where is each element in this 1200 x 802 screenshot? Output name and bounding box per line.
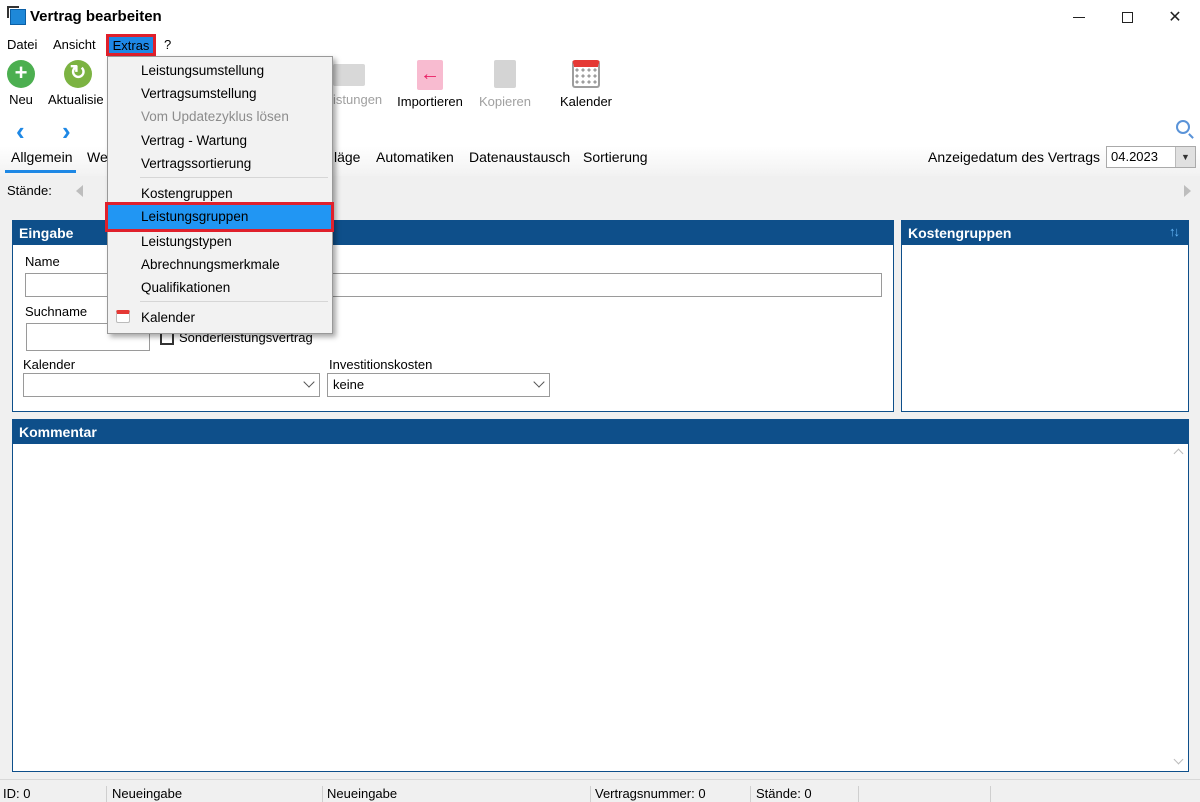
menu-separator [140,301,328,302]
menu-extras[interactable]: Extras [106,34,156,56]
minimize-button[interactable] [1056,4,1102,30]
name-label: Name [25,254,60,269]
investitionskosten-label: Investitionskosten [329,357,433,372]
menu-extras-label: Extras [112,37,150,53]
aktualisieren-label: Aktualisie [48,92,104,107]
menu-vom-updatezyklus-loesen: Vom Updatezyklus lösen [141,109,289,124]
kostengruppen-panel: Kostengruppen ↑↓ [901,220,1189,412]
tab-vorschlaege[interactable]: läge [334,149,360,165]
tab-we[interactable]: We [87,149,108,165]
staende-prev-icon[interactable] [76,185,83,197]
menu-bar: Datei Ansicht Extras ? [0,34,1200,56]
folder-icon [333,64,365,86]
plus-icon: + [7,60,35,88]
search-icon[interactable] [1176,120,1190,134]
menu-help[interactable]: ? [164,37,171,52]
investitionskosten-value: keine [333,377,365,392]
kostengruppen-title: Kostengruppen [908,225,1012,241]
status-separator [590,786,591,802]
status-separator [858,786,859,802]
tab-sortierung[interactable]: Sortierung [583,149,648,165]
sort-icon[interactable]: ↑↓ [1169,224,1180,239]
menu-abrechnungsmerkmale[interactable]: Abrechnungsmerkmale [141,257,280,272]
title-bar: Vertrag bearbeiten ✕ [0,0,1200,34]
leistungen-button[interactable]: istungen [333,56,383,107]
chevron-down-icon [303,376,315,388]
menu-leistungsumstellung[interactable]: Leistungsumstellung [141,63,264,78]
kalender-label: Kalender [559,94,613,109]
importieren-button[interactable]: ← Importieren [393,56,467,109]
status-staende: Stände: 0 [756,786,812,801]
kalender-button[interactable]: Kalender [556,56,616,109]
menu-leistungsgruppen[interactable]: Leistungsgruppen [105,202,334,232]
menu-ansicht[interactable]: Ansicht [53,37,96,52]
importieren-label: Importieren [397,94,463,109]
scroll-up-icon[interactable] [1173,448,1184,459]
menu-qualifikationen[interactable]: Qualifikationen [141,280,230,295]
status-bar: ID: 0 Neueingabe Neueingabe Vertragsnumm… [0,779,1200,802]
import-icon: ← [417,60,443,90]
kopieren-button[interactable]: Kopieren [476,56,534,109]
dropdown-arrow-icon[interactable]: ▼ [1175,147,1195,167]
menu-leistungsgruppen-label: Leistungsgruppen [141,209,249,224]
refresh-icon: ↻ [64,60,92,88]
chevron-down-icon [533,376,545,388]
leistungen-label: istungen [333,92,383,107]
tab-allgemein[interactable]: Allgemein [4,149,78,173]
calendar-icon [572,60,600,88]
status-neueingabe-1: Neueingabe [112,786,183,801]
maximize-button[interactable] [1104,4,1150,30]
menu-vertrag-wartung[interactable]: Vertrag - Wartung [141,133,247,148]
back-arrow-icon[interactable]: ‹ [16,116,25,147]
forward-arrow-icon[interactable]: › [62,116,71,147]
scroll-down-icon[interactable] [1173,754,1184,765]
staende-label: Stände: [7,183,52,198]
calendar-icon [116,310,130,323]
aktualisieren-button[interactable]: ↻ Aktualisie [46,56,110,107]
status-separator [990,786,991,802]
close-button[interactable]: ✕ [1152,4,1198,30]
minimize-icon [1073,16,1085,18]
status-neueingabe-2: Neueingabe [327,786,398,801]
staende-next-icon[interactable] [1184,185,1191,197]
extras-dropdown-menu: Leistungsumstellung Vertragsumstellung V… [105,56,334,334]
copy-icon [494,60,516,88]
menu-vertragssortierung[interactable]: Vertragssortierung [141,156,251,171]
anzeigedatum-label: Anzeigedatum des Vertrags [928,149,1100,165]
kommentar-panel: Kommentar [12,419,1189,772]
kostengruppen-header: Kostengruppen ↑↓ [902,221,1188,245]
investitionskosten-select[interactable]: keine [327,373,550,397]
status-separator [750,786,751,802]
status-id: ID: 0 [3,786,31,801]
menu-leistungstypen[interactable]: Leistungstypen [141,234,232,249]
kommentar-textarea[interactable] [13,444,1188,771]
suchname-label: Suchname [25,304,88,319]
menu-kalender[interactable]: Kalender [141,310,195,325]
app-icon [7,6,26,25]
kopieren-label: Kopieren [478,94,532,109]
anzeigedatum-value: 04.2023 [1111,149,1158,164]
status-separator [106,786,107,802]
window-title: Vertrag bearbeiten [30,8,162,25]
tab-datenaustausch[interactable]: Datenaustausch [469,149,570,165]
kalender-select[interactable] [23,373,320,397]
menu-vertragsumstellung[interactable]: Vertragsumstellung [141,86,257,101]
status-vertragsnummer: Vertragsnummer: 0 [595,786,706,801]
tab-automatiken[interactable]: Automatiken [376,149,454,165]
kommentar-header: Kommentar [13,420,1188,444]
menu-kostengruppen[interactable]: Kostengruppen [141,186,233,201]
neu-button[interactable]: + Neu [4,56,38,107]
maximize-icon [1121,11,1133,23]
menu-datei[interactable]: Datei [7,37,37,52]
status-separator [322,786,323,802]
neu-label: Neu [9,92,33,107]
kalender-field-label: Kalender [23,357,76,372]
anzeigedatum-field[interactable]: 04.2023 ▼ [1106,146,1196,168]
menu-separator [140,177,328,178]
close-icon: ✕ [1168,9,1182,26]
